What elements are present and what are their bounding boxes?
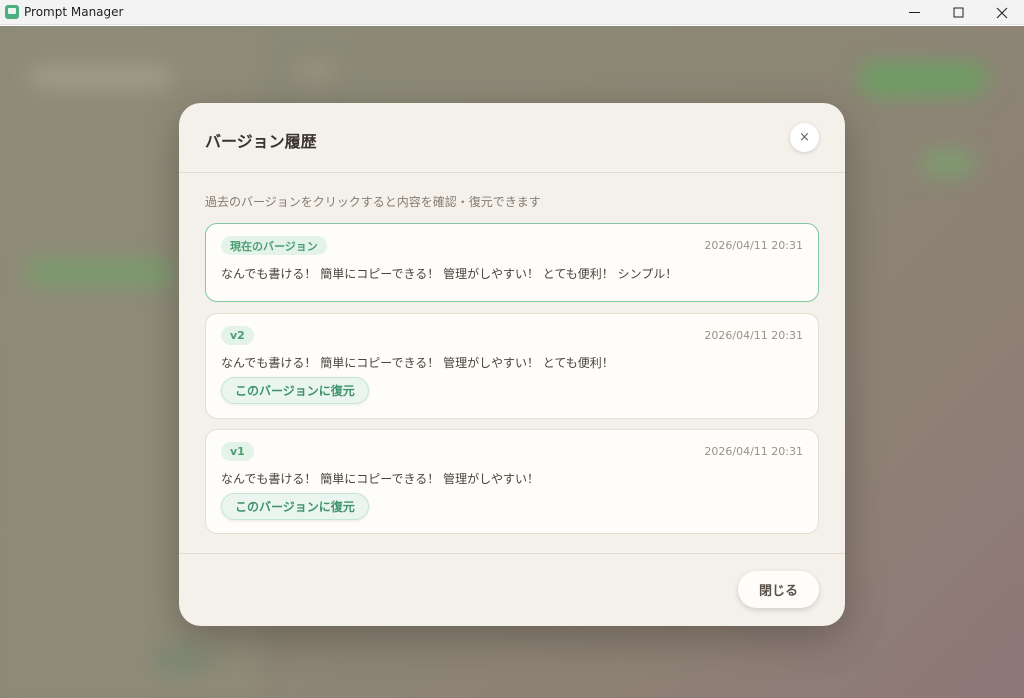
version-timestamp: 2026/04/11 20:31	[704, 239, 803, 252]
version-card-v2[interactable]: v2 2026/04/11 20:31 なんでも書ける！ 簡単にコピーできる！ …	[205, 313, 819, 419]
version-content: なんでも書ける！ 簡単にコピーできる！ 管理がしやすい！ とても便利！	[221, 356, 614, 370]
version-card-v1[interactable]: v1 2026/04/11 20:31 なんでも書ける！ 簡単にコピーできる！ …	[205, 429, 819, 534]
bg-sidebar-active	[25, 258, 175, 288]
minimize-button[interactable]	[892, 0, 936, 25]
app-icon	[5, 5, 19, 19]
version-content: なんでも書ける！ 簡単にコピーできる！ 管理がしやすい！ とても便利！ シンプル…	[221, 267, 678, 281]
restore-v2-button[interactable]: このバージョンに復元	[221, 377, 369, 404]
version-content: なんでも書ける！ 簡単にコピーできる！ 管理がしやすい！	[221, 472, 539, 486]
window-title: Prompt Manager	[24, 5, 124, 19]
dialog-close-button[interactable]: ×	[790, 123, 819, 152]
version-history-dialog: バージョン履歴 × 過去のバージョンをクリックすると内容を確認・復元できます 現…	[179, 103, 845, 626]
version-card-current[interactable]: 現在のバージョン 2026/04/11 20:31 なんでも書ける！ 簡単にコピ…	[205, 223, 819, 302]
window-controls	[892, 0, 1024, 25]
minimize-icon	[908, 12, 920, 13]
version-timestamp: 2026/04/11 20:31	[704, 329, 803, 342]
version-badge: v2	[221, 326, 254, 345]
bg-green-button	[858, 62, 988, 96]
version-badge: v1	[221, 442, 254, 461]
dialog-hint: 過去のバージョンをクリックすると内容を確認・復元できます	[205, 195, 541, 209]
close-icon	[996, 7, 1008, 18]
bg-small-button	[920, 148, 975, 178]
restore-v1-button[interactable]: このバージョンに復元	[221, 493, 369, 520]
version-timestamp: 2026/04/11 20:31	[704, 445, 803, 458]
close-button[interactable]: 閉じる	[738, 571, 819, 608]
bg-sidebar-title	[30, 66, 170, 88]
maximize-icon	[953, 7, 963, 18]
maximize-button[interactable]	[936, 0, 980, 25]
window-close-button[interactable]	[980, 0, 1024, 25]
dialog-title: バージョン履歴	[205, 132, 317, 151]
dialog-footer: 閉じる	[179, 553, 845, 626]
bg-header-item	[295, 62, 335, 82]
window-titlebar: Prompt Manager	[0, 0, 1024, 25]
dialog-header: バージョン履歴 ×	[179, 103, 845, 173]
version-badge: 現在のバージョン	[221, 236, 327, 255]
bg-bottom-item	[150, 646, 210, 676]
close-icon: ×	[799, 130, 810, 145]
